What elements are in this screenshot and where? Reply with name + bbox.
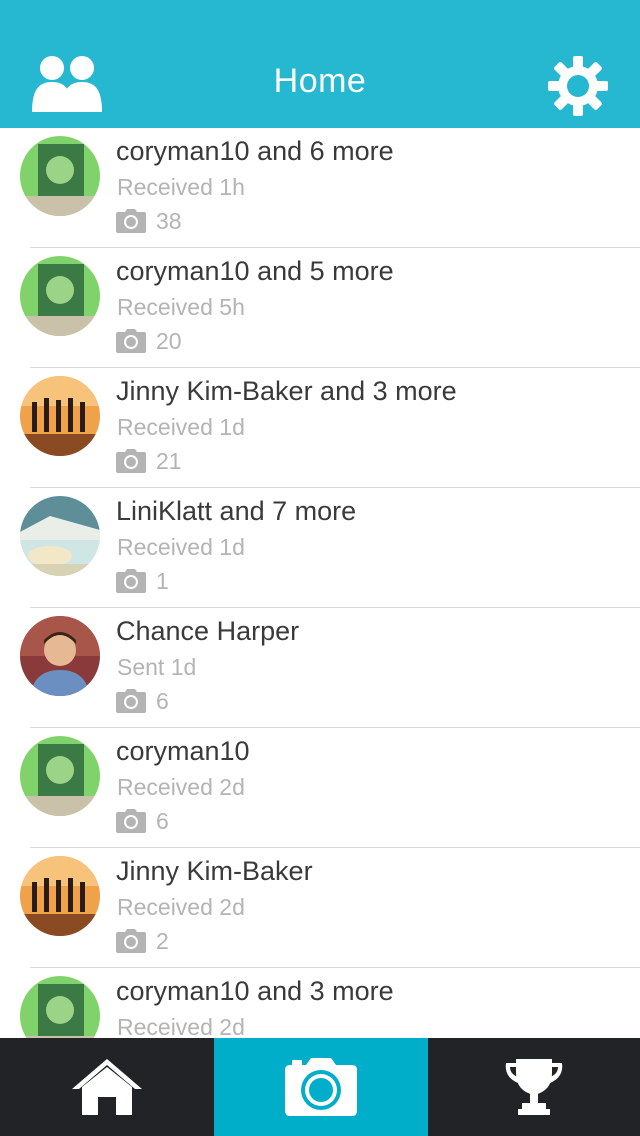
thread-name: coryman10 and 3 more — [116, 976, 394, 1006]
avatar — [20, 256, 100, 336]
thread-row[interactable]: coryman10 and 3 more Received 2d — [0, 968, 640, 1038]
trophy-icon — [505, 1059, 563, 1115]
photo-count: 6 — [116, 686, 169, 716]
avatar — [20, 136, 100, 216]
thread-name: coryman10 and 6 more — [116, 136, 394, 166]
thread-status: Received 2d — [117, 774, 245, 800]
thread-status: Sent 1d — [117, 654, 197, 680]
photo-count: 21 — [116, 446, 182, 476]
thread-name: LiniKlatt and 7 more — [116, 496, 357, 526]
avatar — [20, 496, 100, 576]
camera-icon — [116, 929, 146, 953]
camera-icon — [116, 569, 146, 593]
header-bar: Home — [0, 0, 640, 128]
photo-count: 1 — [116, 566, 169, 596]
camera-icon — [116, 809, 146, 833]
tab-home[interactable] — [0, 1038, 214, 1136]
tab-camera[interactable] — [214, 1038, 428, 1136]
camera-icon — [116, 329, 146, 353]
thread-status: Received 1h — [117, 174, 245, 200]
thread-name: Jinny Kim-Baker and 3 more — [116, 376, 457, 406]
thread-status: Received 1d — [117, 534, 245, 560]
camera-icon — [285, 1058, 357, 1116]
thread-status: Received 2d — [117, 894, 245, 920]
photo-count-value: 20 — [156, 327, 182, 354]
photo-count: 38 — [116, 206, 182, 236]
tab-trophy[interactable] — [428, 1038, 640, 1136]
camera-icon — [116, 689, 146, 713]
home-icon — [72, 1059, 142, 1115]
thread-row[interactable]: Jinny Kim-Baker Received 2d 2 — [0, 848, 640, 968]
thread-row[interactable]: coryman10 Received 2d 6 — [0, 728, 640, 848]
thread-row[interactable]: Chance Harper Sent 1d 6 — [0, 608, 640, 728]
settings-button[interactable] — [546, 54, 610, 118]
avatar — [20, 736, 100, 816]
thread-row[interactable]: coryman10 and 6 more Received 1h 38 — [0, 128, 640, 248]
thread-name: coryman10 — [116, 736, 250, 766]
gear-icon — [548, 56, 608, 116]
thread-name: Chance Harper — [116, 616, 300, 646]
photo-count-value: 2 — [156, 927, 169, 954]
camera-icon — [116, 449, 146, 473]
avatar — [20, 376, 100, 456]
avatar — [20, 856, 100, 936]
thread-status: Received 2d — [117, 1014, 245, 1038]
photo-count: 2 — [116, 926, 169, 956]
photo-count-value: 6 — [156, 807, 169, 834]
camera-icon — [116, 209, 146, 233]
thread-list[interactable]: coryman10 and 6 more Received 1h 38 cory… — [0, 128, 640, 1038]
thread-status: Received 1d — [117, 414, 245, 440]
thread-row[interactable]: coryman10 and 5 more Received 5h 20 — [0, 248, 640, 368]
avatar — [20, 616, 100, 696]
page-title: Home — [273, 62, 367, 100]
thread-row[interactable]: LiniKlatt and 7 more Received 1d 1 — [0, 488, 640, 608]
photo-count-value: 21 — [156, 447, 182, 474]
thread-status: Received 5h — [117, 294, 245, 320]
tab-bar — [0, 1038, 640, 1136]
avatar — [20, 976, 100, 1038]
thread-row[interactable]: Jinny Kim-Baker and 3 more Received 1d 2… — [0, 368, 640, 488]
photo-count: 20 — [116, 326, 182, 356]
photo-count-value: 1 — [156, 567, 169, 594]
thread-name: coryman10 and 5 more — [116, 256, 394, 286]
thread-name: Jinny Kim-Baker — [116, 856, 313, 886]
photo-count-value: 6 — [156, 687, 169, 714]
photo-count-value: 38 — [156, 207, 182, 234]
photo-count: 6 — [116, 806, 169, 836]
